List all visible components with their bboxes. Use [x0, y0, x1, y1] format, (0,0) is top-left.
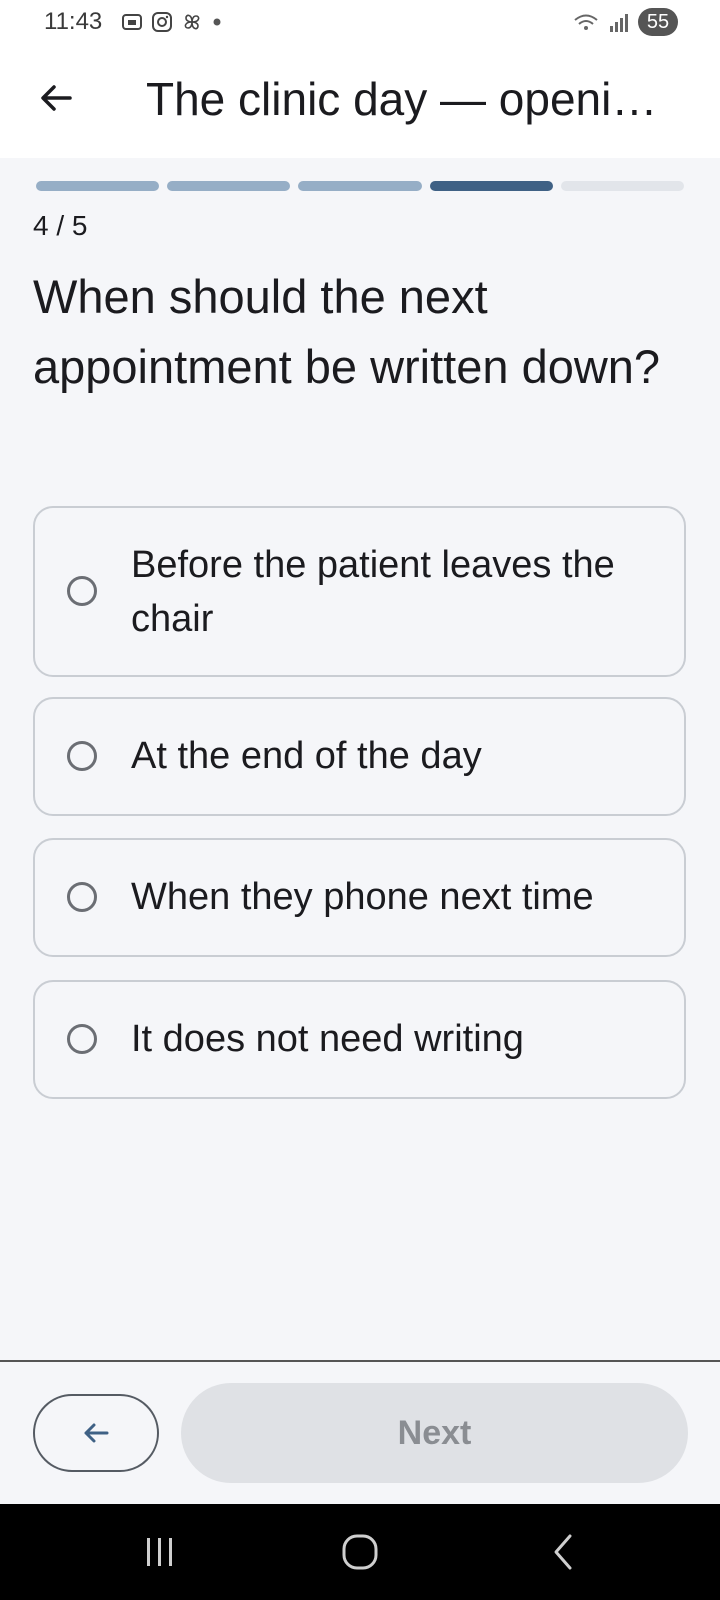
recent-apps-icon[interactable] — [143, 1532, 177, 1572]
radio-button-icon[interactable] — [67, 576, 97, 606]
notification-icons — [120, 10, 224, 34]
screenshot-notification-icon — [122, 14, 142, 30]
home-icon[interactable] — [340, 1532, 380, 1572]
back-button[interactable] — [34, 76, 78, 120]
radio-button-icon[interactable] — [67, 1024, 97, 1054]
footer-divider — [0, 1360, 720, 1362]
arrow-left-icon — [84, 1423, 109, 1443]
signal-icon — [610, 14, 628, 32]
pinwheel-notification-icon — [184, 14, 200, 30]
option-label: At the end of the day — [131, 735, 482, 777]
app-bar: The clinic day — openi… — [0, 48, 720, 158]
status-time: 11:43 — [44, 8, 103, 35]
radio-button-icon[interactable] — [67, 741, 97, 771]
progress-segment — [167, 181, 291, 191]
back-nav-icon[interactable] — [548, 1532, 578, 1572]
answer-option-3[interactable]: When they phone next time — [33, 838, 686, 957]
progress-segment — [429, 181, 553, 191]
answer-option-2[interactable]: At the end of the day — [33, 697, 686, 816]
system-navigation-bar — [0, 1504, 720, 1600]
option-label: It does not need writing — [131, 1018, 524, 1060]
question-text: When should the next appointment be writ… — [33, 270, 661, 393]
instagram-notification-icon — [152, 12, 172, 32]
wifi-icon — [574, 14, 598, 30]
arrow-left-icon — [41, 85, 72, 111]
progress-segment — [36, 181, 160, 191]
battery-indicator: 55 — [638, 8, 678, 36]
progress-segment — [560, 181, 685, 191]
system-icons: 55 — [572, 8, 678, 36]
radio-button-icon[interactable] — [67, 882, 97, 912]
option-label: Before the patient leaves the chair — [131, 544, 615, 640]
previous-button[interactable] — [33, 1394, 159, 1472]
page-title: The clinic day — openi… — [146, 73, 658, 125]
answer-option-4[interactable]: It does not need writing — [33, 980, 686, 1099]
option-label: When they phone next time — [131, 876, 594, 918]
status-bar: 11:43 55 — [0, 0, 720, 48]
progress-segment — [298, 181, 422, 191]
answer-option-1[interactable]: Before the patient leaves the chair — [33, 506, 686, 677]
next-button[interactable]: Next — [181, 1383, 688, 1483]
dot-indicator-icon — [213, 18, 221, 26]
quiz-progress-bar — [36, 181, 685, 191]
question-counter: 4 / 5 — [33, 210, 88, 241]
